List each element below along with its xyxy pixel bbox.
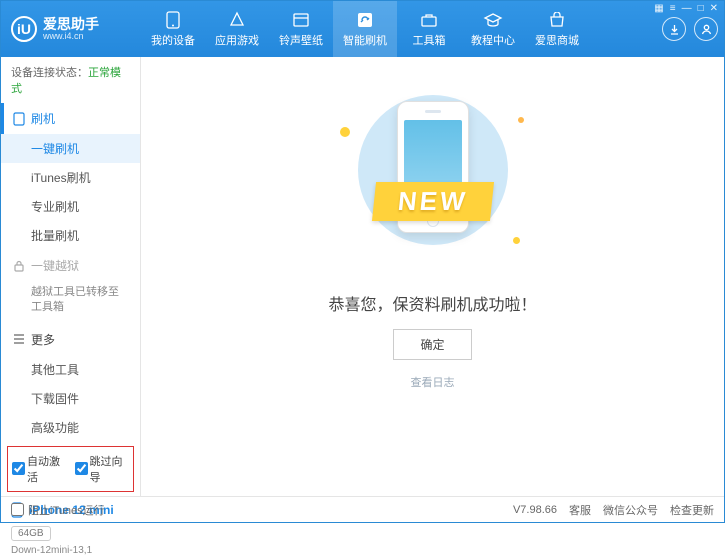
sidebar-item-itunes[interactable]: iTunes刷机 bbox=[1, 163, 140, 192]
options-box: 自动激活 跳过向导 bbox=[7, 446, 134, 492]
win-close[interactable]: ✕ bbox=[710, 3, 718, 14]
sidebar-item-download[interactable]: 下载固件 bbox=[1, 384, 140, 413]
nav-label: 教程中心 bbox=[471, 32, 515, 48]
logo-icon: iU bbox=[11, 16, 37, 42]
store-icon bbox=[547, 11, 567, 29]
sidebar-flash-header[interactable]: 刷机 bbox=[1, 103, 140, 134]
device-detail: Down-12mini-13,1 bbox=[1, 543, 140, 558]
connection-status: 设备连接状态：正常模式 bbox=[1, 57, 140, 103]
win-pin[interactable]: ▦ bbox=[654, 3, 663, 14]
flash-icon bbox=[355, 11, 375, 29]
lock-icon bbox=[13, 260, 25, 272]
user-button[interactable] bbox=[694, 17, 718, 41]
sidebar-item-other[interactable]: 其他工具 bbox=[1, 355, 140, 384]
sidebar-more-title: 更多 bbox=[31, 331, 55, 348]
app-url: www.i4.cn bbox=[43, 31, 99, 41]
nav-label: 我的设备 bbox=[151, 32, 195, 48]
footer-link-support[interactable]: 客服 bbox=[569, 502, 591, 518]
logo-area: iU 爱思助手 www.i4.cn bbox=[1, 16, 141, 42]
nav-tutorial[interactable]: 教程中心 bbox=[461, 1, 525, 57]
download-button[interactable] bbox=[662, 17, 686, 41]
window-controls: ▦ ≡ — □ ✕ bbox=[654, 3, 718, 14]
nav-my-device[interactable]: 我的设备 bbox=[141, 1, 205, 57]
success-illustration: NEW bbox=[318, 87, 548, 277]
footer: 阻止iTunes运行 V7.98.66 客服 微信公众号 检查更新 bbox=[1, 496, 724, 522]
sidebar-flash-title: 刷机 bbox=[31, 110, 55, 127]
jailbreak-note: 越狱工具已转移至 工具箱 bbox=[1, 281, 140, 324]
main-content: NEW 恭喜您，保资料刷机成功啦！ 确定 查看日志 bbox=[141, 57, 724, 497]
header: iU 爱思助手 www.i4.cn 我的设备 应用游戏 铃声壁纸 智能刷机 工具… bbox=[1, 1, 724, 57]
nav: 我的设备 应用游戏 铃声壁纸 智能刷机 工具箱 教程中心 爱思商城 bbox=[141, 1, 656, 57]
sidebar-jailbreak-title: 一键越狱 bbox=[31, 257, 79, 274]
sidebar-item-pro[interactable]: 专业刷机 bbox=[1, 192, 140, 221]
sidebar-more-header[interactable]: 更多 bbox=[1, 324, 140, 355]
sidebar: 设备连接状态：正常模式 刷机 一键刷机 iTunes刷机 专业刷机 批量刷机 一… bbox=[1, 57, 141, 497]
win-menu[interactable]: ≡ bbox=[670, 3, 676, 14]
view-log-link[interactable]: 查看日志 bbox=[411, 374, 455, 390]
app-name: 爱思助手 bbox=[43, 17, 99, 31]
success-message: 恭喜您，保资料刷机成功啦！ bbox=[328, 291, 536, 315]
wallpaper-icon bbox=[291, 11, 311, 29]
block-itunes-checkbox[interactable]: 阻止iTunes运行 bbox=[11, 502, 105, 518]
win-min[interactable]: — bbox=[682, 3, 692, 14]
nav-label: 智能刷机 bbox=[343, 32, 387, 48]
graduation-icon bbox=[483, 11, 503, 29]
header-right bbox=[656, 17, 724, 41]
nav-label: 应用游戏 bbox=[215, 32, 259, 48]
nav-toolbox[interactable]: 工具箱 bbox=[397, 1, 461, 57]
sidebar-item-advanced[interactable]: 高级功能 bbox=[1, 413, 140, 442]
ok-button[interactable]: 确定 bbox=[393, 329, 471, 360]
toolbox-icon bbox=[419, 11, 439, 29]
auto-activate-checkbox[interactable]: 自动激活 bbox=[12, 453, 67, 485]
sidebar-jailbreak-header[interactable]: 一键越狱 bbox=[1, 250, 140, 281]
device-capacity: 64GB bbox=[11, 526, 51, 541]
nav-ringtones[interactable]: 铃声壁纸 bbox=[269, 1, 333, 57]
nav-flash[interactable]: 智能刷机 bbox=[333, 1, 397, 57]
body: 设备连接状态：正常模式 刷机 一键刷机 iTunes刷机 专业刷机 批量刷机 一… bbox=[1, 57, 724, 497]
nav-label: 爱思商城 bbox=[535, 32, 579, 48]
nav-apps[interactable]: 应用游戏 bbox=[205, 1, 269, 57]
phone-icon bbox=[163, 11, 183, 29]
menu-icon bbox=[13, 334, 25, 344]
win-max[interactable]: □ bbox=[698, 3, 704, 14]
phone-icon bbox=[13, 112, 25, 126]
sidebar-item-batch[interactable]: 批量刷机 bbox=[1, 221, 140, 250]
apps-icon bbox=[227, 11, 247, 29]
sidebar-item-oneclick[interactable]: 一键刷机 bbox=[1, 134, 140, 163]
new-badge: NEW bbox=[372, 182, 494, 221]
nav-label: 铃声壁纸 bbox=[279, 32, 323, 48]
footer-link-wechat[interactable]: 微信公众号 bbox=[603, 502, 658, 518]
nav-store[interactable]: 爱思商城 bbox=[525, 1, 589, 57]
version-label: V7.98.66 bbox=[513, 504, 557, 516]
skip-guide-checkbox[interactable]: 跳过向导 bbox=[75, 453, 130, 485]
footer-link-update[interactable]: 检查更新 bbox=[670, 502, 714, 518]
nav-label: 工具箱 bbox=[413, 32, 446, 48]
